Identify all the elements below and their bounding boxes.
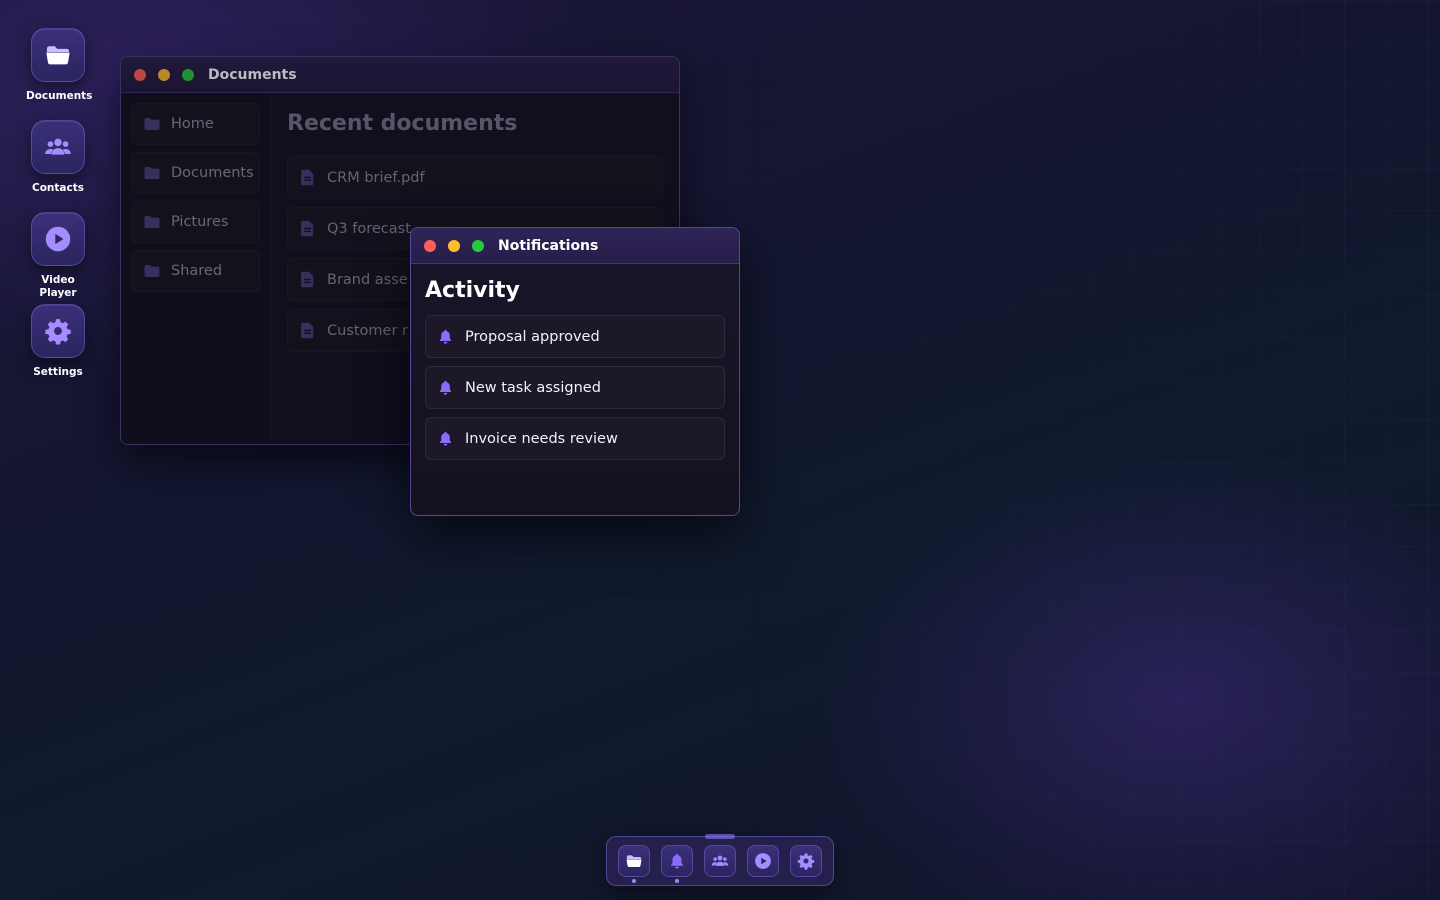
bell-icon — [437, 430, 454, 447]
desktop-icon-label: Contacts — [32, 182, 84, 194]
notification-item[interactable]: New task assigned — [425, 366, 725, 409]
desktop-icon-label: Documents — [26, 90, 93, 102]
file-icon — [300, 169, 315, 186]
folder-icon — [31, 28, 85, 82]
running-indicator — [632, 879, 636, 883]
section-heading: Activity — [425, 278, 520, 303]
notification-text: Invoice needs review — [465, 430, 618, 447]
notifications-titlebar[interactable]: Notifications — [411, 228, 739, 264]
dock-handle[interactable] — [705, 834, 735, 839]
play-icon — [31, 212, 85, 266]
file-icon — [300, 322, 315, 339]
desktop-icon-documents[interactable]: Documents — [22, 28, 94, 103]
desktop-icon-label: Settings — [33, 366, 83, 378]
sidebar-item-label: Documents — [171, 165, 254, 181]
gear-icon — [790, 845, 822, 877]
folder-icon — [143, 164, 161, 182]
file-icon — [300, 271, 315, 288]
sidebar-item-home[interactable]: Home — [131, 103, 260, 145]
dock-item-notifications[interactable] — [661, 845, 693, 883]
maximize-button[interactable] — [182, 68, 194, 81]
folder-icon — [618, 845, 650, 877]
documents-sidebar: Home Documents Pictures Shared — [121, 93, 271, 444]
sidebar-item-label: Shared — [171, 263, 223, 279]
bell-icon — [437, 379, 454, 396]
dock-item-video-player[interactable] — [747, 845, 779, 877]
file-row[interactable]: CRM brief.pdf — [287, 156, 663, 199]
file-name: CRM brief.pdf — [327, 169, 425, 186]
maximize-button[interactable] — [472, 239, 484, 252]
sidebar-item-pictures[interactable]: Pictures — [131, 201, 260, 243]
running-indicator — [675, 879, 679, 883]
close-button[interactable] — [134, 68, 146, 81]
desktop-icon-contacts[interactable]: Contacts — [22, 120, 94, 195]
file-name: Brand asse — [327, 271, 408, 288]
dock-item-contacts[interactable] — [704, 845, 736, 877]
sidebar-item-label: Home — [171, 116, 214, 132]
dock-item-documents[interactable] — [618, 845, 650, 883]
notification-item[interactable]: Invoice needs review — [425, 417, 725, 460]
play-icon — [747, 845, 779, 877]
file-name: Q3 forecast — [327, 220, 411, 237]
sidebar-item-label: Pictures — [171, 214, 229, 230]
bell-icon — [437, 328, 454, 345]
notifications-window: Notifications Activity Proposal approved… — [410, 227, 740, 516]
window-title: Documents — [208, 66, 297, 83]
dock-item-settings[interactable] — [790, 845, 822, 877]
notification-text: Proposal approved — [465, 328, 600, 345]
desktop-icon-settings[interactable]: Settings — [22, 304, 94, 379]
desktop-icon-label: Video Player — [39, 274, 77, 299]
sidebar-item-shared[interactable]: Shared — [131, 250, 260, 292]
gear-icon — [31, 304, 85, 358]
bell-icon — [661, 845, 693, 877]
window-title: Notifications — [498, 237, 599, 254]
sidebar-item-documents[interactable]: Documents — [131, 152, 260, 194]
notification-item[interactable]: Proposal approved — [425, 315, 725, 358]
minimize-button[interactable] — [158, 68, 170, 81]
close-button[interactable] — [424, 239, 436, 252]
dock — [606, 834, 834, 886]
documents-titlebar[interactable]: Documents — [121, 57, 679, 93]
file-icon — [300, 220, 315, 237]
folder-icon — [143, 115, 161, 133]
folder-icon — [143, 213, 161, 231]
section-heading: Recent documents — [287, 111, 518, 136]
minimize-button[interactable] — [448, 239, 460, 252]
users-icon — [31, 120, 85, 174]
users-icon — [704, 845, 736, 877]
desktop-icon-video-player[interactable]: Video Player — [22, 212, 94, 300]
file-name: Customer r — [327, 322, 409, 339]
folder-icon — [143, 262, 161, 280]
notification-text: New task assigned — [465, 379, 601, 396]
